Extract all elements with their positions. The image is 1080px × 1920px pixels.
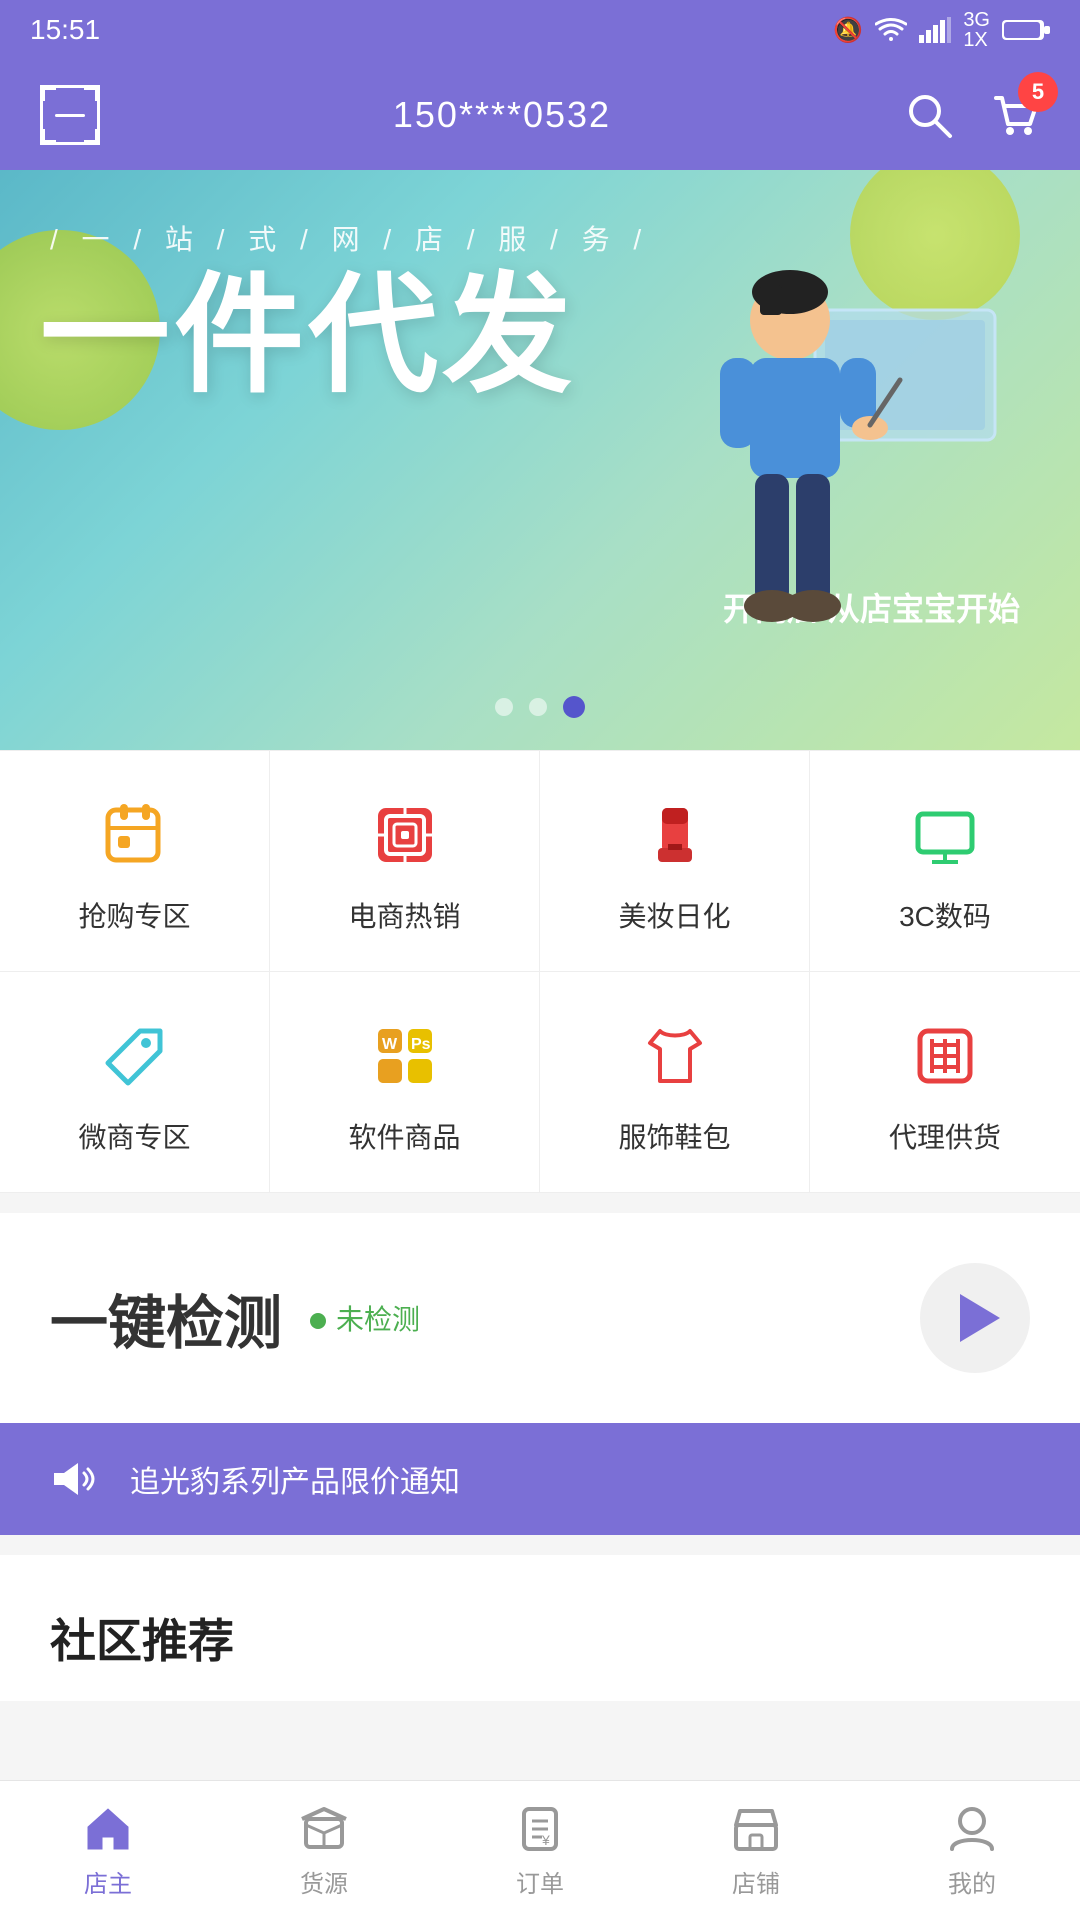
bottom-nav: 店主 货源 ¥ 订单: [0, 1780, 1080, 1920]
network-type: 3G1X: [963, 10, 990, 50]
store-icon: [729, 1802, 783, 1856]
category-label-supply: 代理供货: [889, 1116, 1001, 1156]
section-title: 社区推荐: [50, 1615, 234, 1667]
nav-item-source[interactable]: 货源: [267, 1792, 381, 1909]
category-item-hot-sale[interactable]: 电商热销: [270, 751, 540, 972]
scan-button[interactable]: [40, 85, 100, 145]
header-actions: 5: [904, 90, 1040, 140]
category-item-software[interactable]: W Ps 软件商品: [270, 972, 540, 1193]
category-item-beauty[interactable]: 美妆日化: [540, 751, 810, 972]
play-icon: [960, 1294, 1000, 1342]
status-icons: 🔕 3G1X: [833, 10, 1050, 50]
wechat-icon: [95, 1016, 175, 1096]
category-label-wechat: 微商专区: [78, 1116, 190, 1156]
nav-label-order: 订单: [516, 1864, 564, 1899]
cart-button[interactable]: 5: [990, 90, 1040, 140]
section-title-bar: 社区推荐: [0, 1555, 1080, 1701]
supply-icon: [905, 1016, 985, 1096]
category-label-fashion: 服饰鞋包: [618, 1116, 730, 1156]
nav-label-home: 店主: [84, 1864, 132, 1899]
status-bar: 15:51 🔕 3G1X: [0, 0, 1080, 60]
nav-item-profile[interactable]: 我的: [915, 1792, 1029, 1909]
header: 150****0532 5: [0, 60, 1080, 170]
announce-text: 追光豹系列产品限价通知: [130, 1457, 460, 1501]
header-title: 150****0532: [393, 94, 611, 136]
search-button[interactable]: [904, 90, 954, 140]
3c-icon: [905, 795, 985, 875]
announce-icon: [50, 1459, 100, 1499]
category-item-3c[interactable]: 3C数码: [810, 751, 1080, 972]
nav-label-profile: 我的: [948, 1864, 996, 1899]
banner: / 一 / 站 / 式 / 网 / 店 / 服 / 务 / 一件代发 开网店 从…: [0, 170, 1080, 750]
battery-icon: [1002, 17, 1050, 43]
nav-item-home[interactable]: 店主: [51, 1792, 165, 1909]
banner-person-illustration: [660, 250, 1000, 680]
category-label-beauty: 美妆日化: [618, 895, 730, 935]
nav-item-order[interactable]: ¥ 订单: [483, 1792, 597, 1909]
category-label-software: 软件商品: [348, 1116, 460, 1156]
detection-play-button[interactable]: [920, 1263, 1030, 1373]
svg-text:W: W: [382, 1036, 398, 1053]
beauty-icon: [635, 795, 715, 875]
order-icon: ¥: [513, 1802, 567, 1856]
banner-title: 一件代发: [40, 270, 576, 400]
category-label-flash-sale: 抢购专区: [78, 895, 190, 935]
nav-item-store[interactable]: 店铺: [699, 1792, 813, 1909]
banner-dot-3[interactable]: [563, 696, 585, 718]
status-time: 15:51: [30, 14, 100, 46]
category-item-wechat[interactable]: 微商专区: [0, 972, 270, 1193]
detection-status: 未检测: [310, 1298, 420, 1338]
banner-dot-2[interactable]: [529, 698, 547, 716]
user-icon: [945, 1802, 999, 1856]
box-icon: [297, 1802, 351, 1856]
hot-sale-icon: [365, 795, 445, 875]
category-label-hot-sale: 电商热销: [348, 895, 460, 935]
cart-badge: 5: [1018, 72, 1058, 112]
banner-subtitle: / 一 / 站 / 式 / 网 / 店 / 服 / 务 /: [50, 218, 649, 258]
detection-info: 一键检测 未检测: [50, 1276, 420, 1360]
home-icon: [81, 1802, 135, 1856]
flash-sale-icon: [95, 795, 175, 875]
nav-label-source: 货源: [300, 1864, 348, 1899]
detection-title: 一键检测: [50, 1276, 282, 1360]
banner-dots: [495, 696, 585, 718]
category-item-fashion[interactable]: 服饰鞋包: [540, 972, 810, 1193]
banner-dot-1[interactable]: [495, 698, 513, 716]
svg-text:Ps: Ps: [411, 1036, 431, 1053]
category-label-3c: 3C数码: [899, 895, 991, 935]
category-item-supply[interactable]: 代理供货: [810, 972, 1080, 1193]
category-grid: 抢购专区 电商热销: [0, 750, 1080, 1193]
fashion-icon: [635, 1016, 715, 1096]
wifi-icon: [875, 17, 907, 43]
detection-dot: [310, 1313, 326, 1329]
nav-label-store: 店铺: [732, 1864, 780, 1899]
signal-icon: [919, 17, 951, 43]
svg-text:¥: ¥: [541, 1832, 550, 1848]
detection-section: 一键检测 未检测: [0, 1213, 1080, 1423]
category-item-flash-sale[interactable]: 抢购专区: [0, 751, 270, 972]
announcement-bar[interactable]: 追光豹系列产品限价通知: [0, 1423, 1080, 1535]
software-icon: W Ps: [365, 1016, 445, 1096]
mute-icon: 🔕: [833, 16, 863, 45]
